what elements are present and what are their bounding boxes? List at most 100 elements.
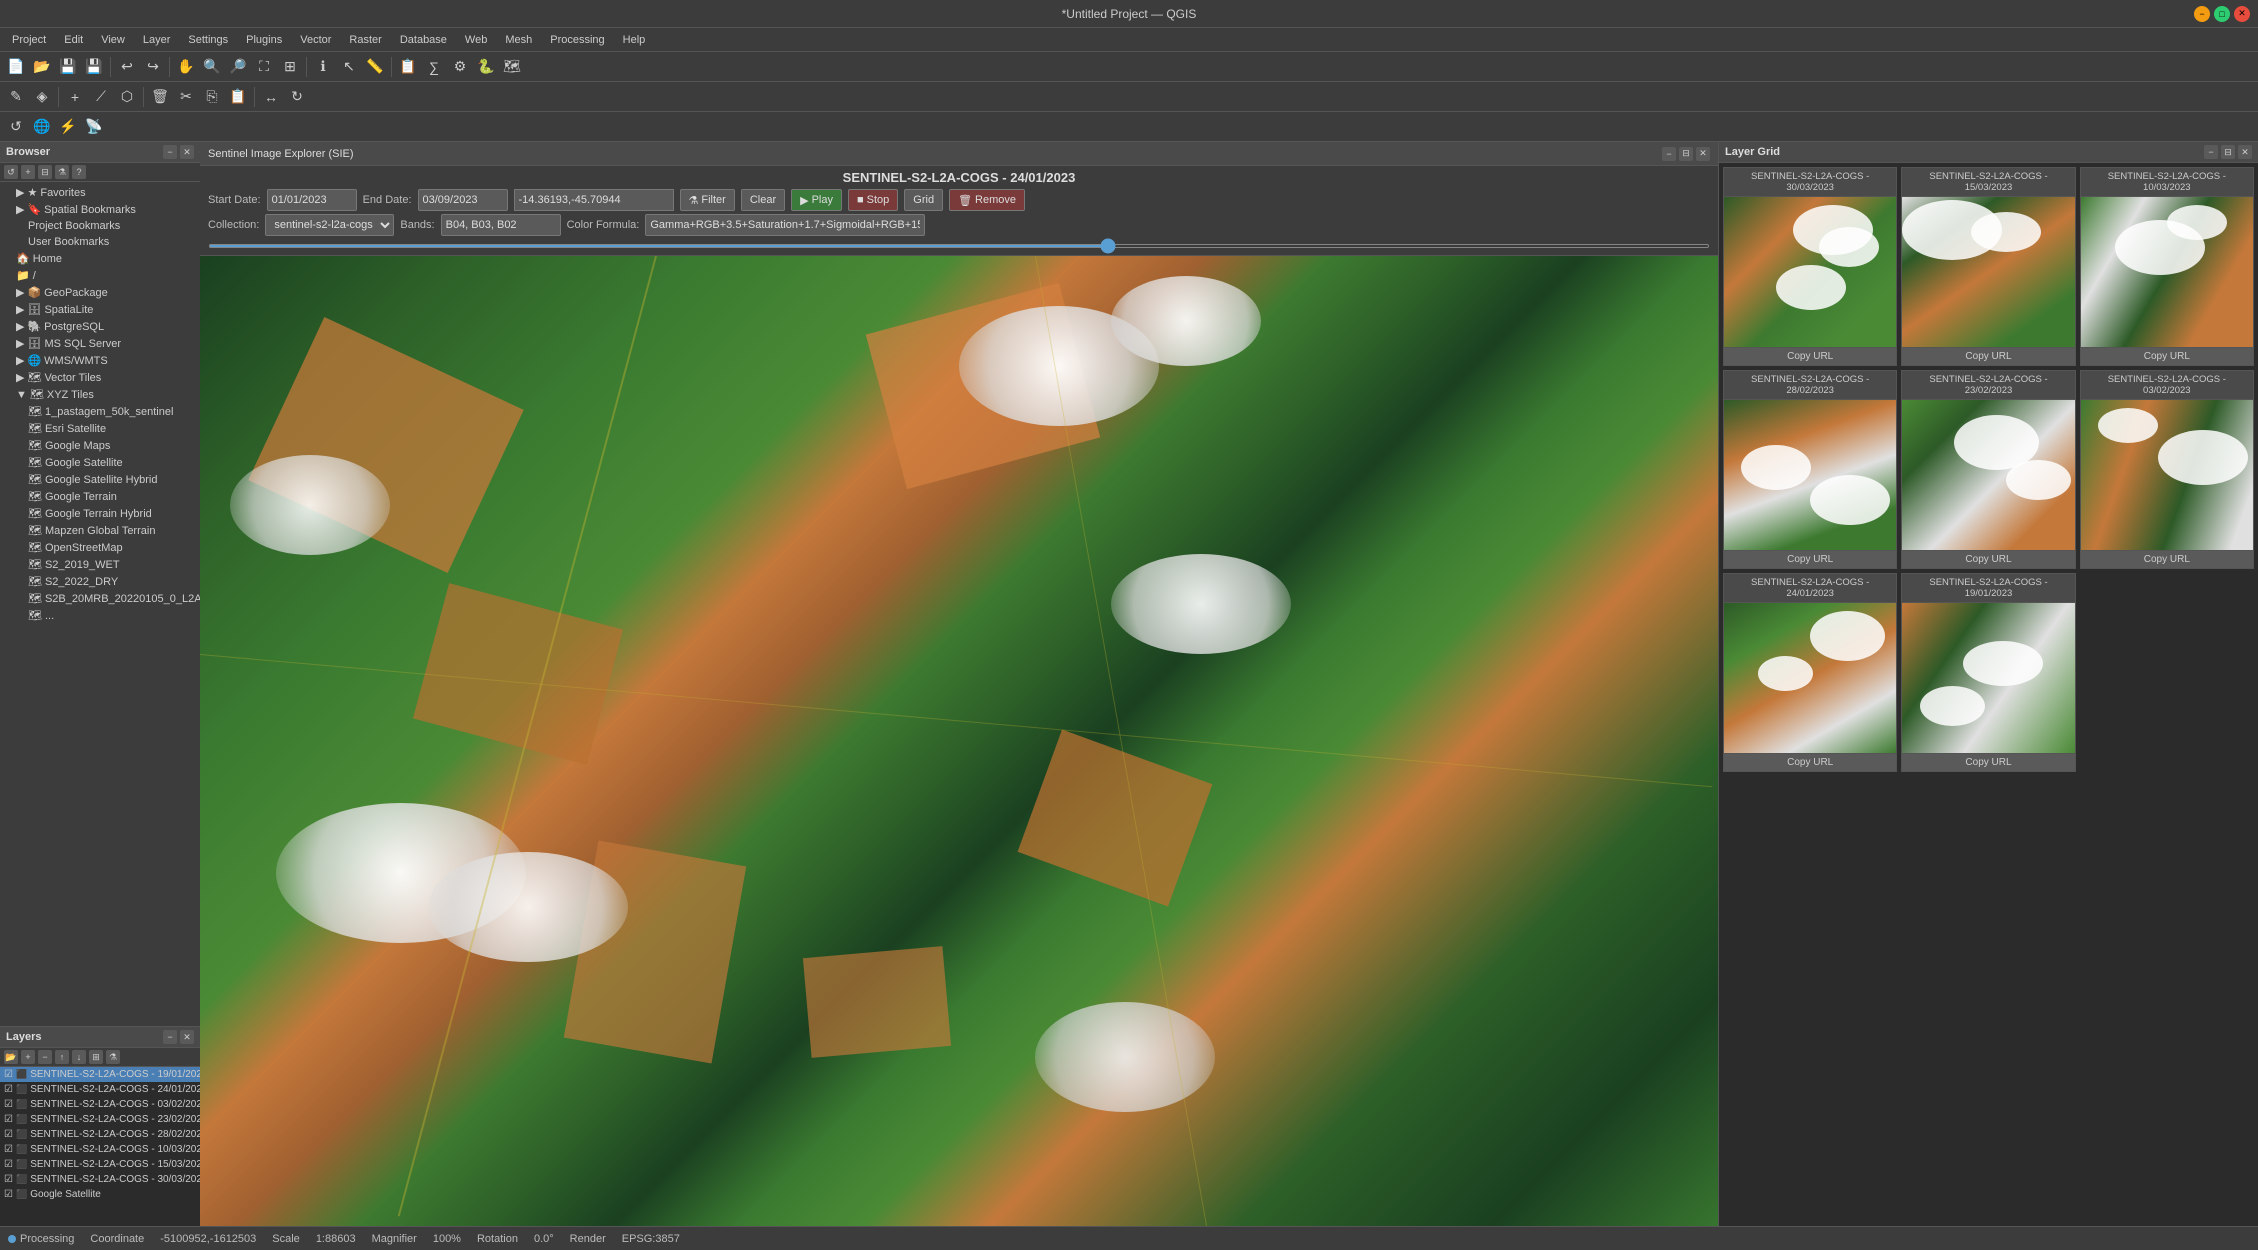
rotate-button[interactable]: ↻ [285, 85, 309, 109]
edit-node-button[interactable]: ◈ [30, 85, 54, 109]
browser-help-button[interactable]: ? [72, 165, 86, 179]
browser-item-s2b[interactable]: 🗺 S2B_20MRB_20220105_0_L2A [0, 590, 200, 607]
browser-item-esri-satellite[interactable]: 🗺 Esri Satellite [0, 420, 200, 437]
menu-mesh[interactable]: Mesh [497, 32, 540, 48]
browser-item-mapzen[interactable]: 🗺 Mapzen Global Terrain [0, 522, 200, 539]
start-date-input[interactable] [267, 189, 357, 211]
browser-item-postgresql[interactable]: ▶🐘 PostgreSQL [0, 318, 200, 335]
measure-button[interactable]: 📏 [363, 55, 387, 79]
grid-button[interactable]: Grid [904, 189, 943, 211]
plugin-btn-3[interactable]: 📡 [82, 115, 106, 139]
save-project-button[interactable]: 💾 [56, 55, 80, 79]
zoom-selection-button[interactable]: ⊞ [278, 55, 302, 79]
layer-item-3[interactable]: ☑ ⬛ SENTINEL-S2-L2A-COGS - 23/02/2023 [0, 1112, 200, 1127]
sentinel-plugin-close[interactable]: ✕ [1696, 147, 1710, 161]
layer-check-1[interactable]: ☑ [4, 1084, 13, 1095]
maximize-button[interactable]: □ [2214, 6, 2230, 22]
copy-url-button-3[interactable]: Copy URL [1724, 550, 1896, 568]
menu-help[interactable]: Help [615, 32, 654, 48]
copy-url-button-2[interactable]: Copy URL [2081, 347, 2253, 365]
add-feature-button[interactable]: + [63, 85, 87, 109]
map-canvas[interactable] [200, 256, 1718, 1250]
menu-raster[interactable]: Raster [341, 32, 389, 48]
move-button[interactable]: ↔ [259, 85, 283, 109]
select-button[interactable]: ↖ [337, 55, 361, 79]
zoom-full-button[interactable]: ⛶ [252, 55, 276, 79]
layer-item-2[interactable]: ☑ ⬛ SENTINEL-S2-L2A-COGS - 03/02/2023 [0, 1097, 200, 1112]
layer-item-8[interactable]: ☑ ⬛ Google Satellite [0, 1187, 200, 1202]
redo-button[interactable]: ↪ [141, 55, 165, 79]
field-calc-button[interactable]: ∑ [422, 55, 446, 79]
open-project-button[interactable]: 📂 [30, 55, 54, 79]
close-button[interactable]: ✕ [2234, 6, 2250, 22]
copy-url-button-5[interactable]: Copy URL [2081, 550, 2253, 568]
plugin-btn-2[interactable]: ⚡ [56, 115, 80, 139]
layer-item-4[interactable]: ☑ ⬛ SENTINEL-S2-L2A-COGS - 28/02/2023 [0, 1127, 200, 1142]
cut-button[interactable]: ✂ [174, 85, 198, 109]
layer-check-5[interactable]: ☑ [4, 1144, 13, 1155]
layer-item-0[interactable]: ☑ ⬛ SENTINEL-S2-L2A-COGS - 19/01/2023 [0, 1067, 200, 1082]
sentinel-plugin-float[interactable]: ⊟ [1679, 147, 1693, 161]
browser-item-1pastagem[interactable]: 🗺 1_pastagem_50k_sentinel [0, 403, 200, 420]
zoom-out-button[interactable]: 🔎 [226, 55, 250, 79]
layer-check-6[interactable]: ☑ [4, 1159, 13, 1170]
layers-filter-button[interactable]: ⚗ [106, 1050, 120, 1064]
browser-item-geopackage[interactable]: ▶📦 GeoPackage [0, 284, 200, 301]
layer-item-5[interactable]: ☑ ⬛ SENTINEL-S2-L2A-COGS - 10/03/2023 [0, 1142, 200, 1157]
timeline-slider-input[interactable] [208, 244, 1710, 248]
layer-item-1[interactable]: ☑ ⬛ SENTINEL-S2-L2A-COGS - 24/01/2023 [0, 1082, 200, 1097]
add-poly-button[interactable]: ⬡ [115, 85, 139, 109]
copy-url-button-1[interactable]: Copy URL [1902, 347, 2074, 365]
stop-button[interactable]: ■ Stop [848, 189, 898, 211]
browser-item-s2-dry[interactable]: 🗺 S2_2022_DRY [0, 573, 200, 590]
layer-item-6[interactable]: ☑ ⬛ SENTINEL-S2-L2A-COGS - 15/03/2023 [0, 1157, 200, 1172]
browser-collapse-button[interactable]: ⊟ [38, 165, 52, 179]
sentinel-plugin-minimize[interactable]: − [1662, 147, 1676, 161]
browser-add-button[interactable]: + [21, 165, 35, 179]
browser-item-osm[interactable]: 🗺 OpenStreetMap [0, 539, 200, 556]
browser-item-spatialite[interactable]: ▶🗄 SpatiaLite [0, 301, 200, 318]
browser-item-wms[interactable]: ▶🌐 WMS/WMTS [0, 352, 200, 369]
browser-item-root[interactable]: 📁 / [0, 267, 200, 284]
layer-check-2[interactable]: ☑ [4, 1099, 13, 1110]
attributes-button[interactable]: 📋 [396, 55, 420, 79]
browser-item-google-satellite[interactable]: 🗺 Google Satellite [0, 454, 200, 471]
layers-remove-button[interactable]: − [38, 1050, 52, 1064]
color-formula-input[interactable] [645, 214, 925, 236]
browser-refresh-button[interactable]: ↺ [4, 165, 18, 179]
map-tip-button[interactable]: 🗺 [500, 55, 524, 79]
browser-item-project-bookmarks[interactable]: Project Bookmarks [0, 218, 200, 234]
browser-item-favorites[interactable]: ▶ ★ Favorites [0, 184, 200, 201]
end-date-input[interactable] [418, 189, 508, 211]
browser-item-google-terrain-hybrid[interactable]: 🗺 Google Terrain Hybrid [0, 505, 200, 522]
delete-button[interactable]: 🗑 [148, 85, 172, 109]
python-button[interactable]: 🐍 [474, 55, 498, 79]
menu-vector[interactable]: Vector [292, 32, 339, 48]
minimize-button[interactable]: − [2194, 6, 2210, 22]
browser-item-more[interactable]: 🗺 ... [0, 607, 200, 624]
identify-button[interactable]: ℹ [311, 55, 335, 79]
browser-item-xyz-tiles[interactable]: ▼🗺 XYZ Tiles [0, 386, 200, 403]
menu-web[interactable]: Web [457, 32, 495, 48]
pan-button[interactable]: ✋ [174, 55, 198, 79]
layer-grid-float[interactable]: ⊟ [2221, 145, 2235, 159]
browser-item-user-bookmarks[interactable]: User Bookmarks [0, 234, 200, 250]
copy-url-button-6[interactable]: Copy URL [1724, 753, 1896, 771]
play-button[interactable]: ▶ Play [791, 189, 842, 211]
new-project-button[interactable]: 📄 [4, 55, 28, 79]
layer-grid-minimize[interactable]: − [2204, 145, 2218, 159]
layer-check-7[interactable]: ☑ [4, 1174, 13, 1185]
layers-panel-minimize[interactable]: − [163, 1030, 177, 1044]
menu-database[interactable]: Database [392, 32, 455, 48]
layer-grid-close[interactable]: ✕ [2238, 145, 2252, 159]
add-line-button[interactable]: ⟋ [89, 85, 113, 109]
layers-add-button[interactable]: + [21, 1050, 35, 1064]
zoom-in-button[interactable]: 🔍 [200, 55, 224, 79]
collection-select[interactable]: sentinel-s2-l2a-cogs [265, 214, 394, 236]
menu-project[interactable]: Project [4, 32, 54, 48]
copy-url-button-0[interactable]: Copy URL [1724, 347, 1896, 365]
menu-processing[interactable]: Processing [542, 32, 612, 48]
browser-filter-button[interactable]: ⚗ [55, 165, 69, 179]
browser-item-google-satellite-hybrid[interactable]: 🗺 Google Satellite Hybrid [0, 471, 200, 488]
save-as-button[interactable]: 💾 [82, 55, 106, 79]
